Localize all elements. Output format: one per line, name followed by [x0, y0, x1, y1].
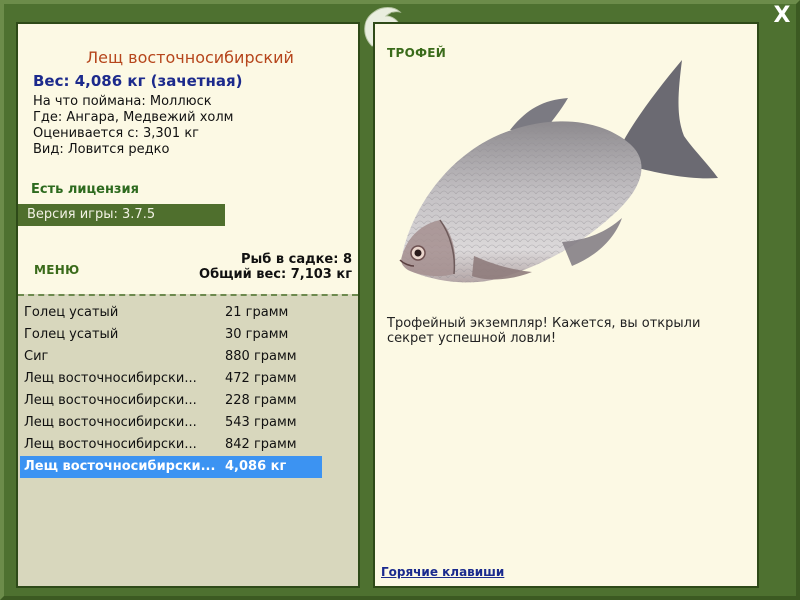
catch-name: Лещ восточносибирски...: [24, 393, 197, 408]
list-item[interactable]: Голец усатый 30 грамм: [20, 324, 322, 346]
catch-name: Лещ восточносибирски...: [24, 437, 197, 452]
menu-button[interactable]: МЕНЮ: [34, 263, 79, 277]
list-item[interactable]: Лещ восточносибирски... 543 грамм: [20, 412, 322, 434]
keepnet-stats: Рыб в садке: 8 Общий вес: 7,103 кг: [199, 252, 352, 282]
fish-count: Рыб в садке: 8: [240, 252, 352, 267]
rarity-info: Вид: Ловится редко: [33, 142, 170, 157]
list-item[interactable]: Голец усатый 21 грамм: [20, 302, 322, 324]
list-item[interactable]: Лещ восточносибирски... 228 грамм: [20, 390, 322, 412]
close-button[interactable]: X: [768, 4, 796, 28]
bait-info: На что поймана: Моллюск: [33, 94, 212, 109]
catch-weight: 21 грамм: [225, 305, 289, 320]
bream-fish-image: [399, 60, 718, 283]
rating-info: Оценивается с: 3,301 кг: [33, 126, 200, 141]
list-item[interactable]: Лещ восточносибирски... 4,086 кг: [20, 456, 322, 478]
license-status: Есть лицензия: [31, 182, 139, 197]
close-icon: X: [773, 3, 791, 28]
fish-name: Лещ восточносибирский: [86, 48, 294, 67]
version-bar: Версия игры: 3.7.5: [18, 204, 225, 226]
catch-list: Голец усатый 21 грамм Голец усатый 30 гр…: [20, 302, 322, 478]
catch-weight: 543 грамм: [225, 415, 297, 430]
catch-name: Лещ восточносибирски...: [24, 371, 197, 386]
catch-weight: 472 грамм: [225, 371, 297, 386]
fish-weight: Вес: 4,086 кг (зачетная): [33, 72, 243, 90]
catch-weight: 30 грамм: [225, 327, 289, 342]
catch-name: Лещ восточносибирски...: [24, 415, 197, 430]
catch-name: Сиг: [24, 349, 49, 364]
list-item[interactable]: Лещ восточносибирски... 472 грамм: [20, 368, 322, 390]
total-weight: Общий вес: 7,103 кг: [199, 267, 352, 282]
catch-weight: 228 грамм: [225, 393, 297, 408]
catch-name: Голец усатый: [24, 305, 119, 320]
location-info: Где: Ангара, Медвежий холм: [33, 110, 234, 125]
trophy-message: Трофейный экземпляр! Кажется, вы открыли…: [387, 316, 701, 346]
catch-name: Лещ восточносибирски...: [24, 459, 216, 474]
catch-weight: 842 грамм: [225, 437, 297, 452]
list-item[interactable]: Лещ восточносибирски... 842 грамм: [20, 434, 322, 456]
fish-details: На что поймана: Моллюск Где: Ангара, Мед…: [33, 94, 233, 158]
catch-weight: 880 грамм: [225, 349, 297, 364]
list-item[interactable]: Сиг 880 грамм: [20, 346, 322, 368]
dashed-divider: [18, 294, 358, 296]
catch-weight: 4,086 кг: [225, 459, 287, 474]
hotkeys-link[interactable]: Горячие клавиши: [381, 565, 504, 579]
catch-name: Голец усатый: [24, 327, 119, 342]
